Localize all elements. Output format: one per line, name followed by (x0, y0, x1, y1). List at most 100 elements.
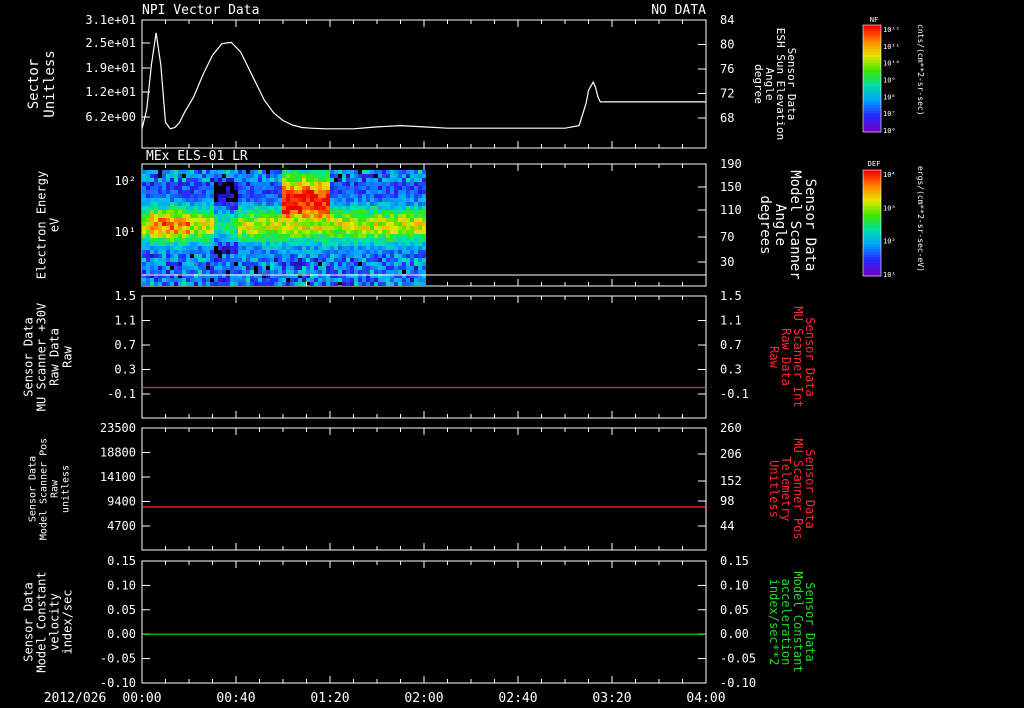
spectrogram-cell (378, 230, 382, 234)
spectrogram-cell (166, 278, 170, 282)
spectrogram-cell (342, 170, 346, 174)
spectrogram-cell (354, 202, 358, 206)
y-tick-label-left: 0.15 (107, 554, 136, 568)
nf-colorbar: NF cnts/(cm**2-sr-sec) 10¹²10¹¹10¹⁰10⁹10… (862, 16, 925, 135)
spectrogram-cell (226, 246, 230, 250)
spectrogram-cell (206, 186, 210, 190)
spectrogram-cell (422, 186, 426, 190)
spectrogram-cell (218, 210, 222, 214)
spectrogram-cell (286, 258, 290, 262)
spectrogram-cell (322, 258, 326, 262)
spectrogram-cell (410, 222, 414, 226)
spectrogram-cell (306, 254, 310, 258)
spectrogram-cell (246, 190, 250, 194)
spectrogram-cell (394, 182, 398, 186)
spectrogram-cell (402, 218, 406, 222)
spectrogram-cell (306, 194, 310, 198)
spectrogram-cell (334, 246, 338, 250)
spectrogram-cell (382, 270, 386, 274)
spectrogram-cell (402, 258, 406, 262)
spectrogram-cell (270, 210, 274, 214)
spectrogram-cell (246, 254, 250, 258)
spectrogram-cell (406, 210, 410, 214)
spectrogram-cell (218, 198, 222, 202)
y-tick-label-left: 3.1e+01 (85, 13, 136, 27)
spectrogram-cell (258, 170, 262, 174)
spectrogram-cell (406, 170, 410, 174)
spectrogram-cell (190, 170, 194, 174)
spectrogram-cell (374, 178, 378, 182)
spectrogram-cell (326, 194, 330, 198)
spectrogram-cell (374, 254, 378, 258)
spectrogram-cell (242, 198, 246, 202)
spectrogram-cell (162, 174, 166, 178)
spectrogram-cell (278, 278, 282, 282)
spectrogram-cell (158, 226, 162, 230)
spectrogram-cell (262, 214, 266, 218)
spectrogram-cell (290, 202, 294, 206)
spectrogram-cell (298, 282, 302, 286)
spectrogram-cell (322, 262, 326, 266)
spectrogram-cell (242, 210, 246, 214)
spectrogram-cell (274, 198, 278, 202)
spectrogram-cell (158, 234, 162, 238)
spectrogram-cell (322, 238, 326, 242)
spectrogram-cell (374, 190, 378, 194)
spectrogram-cell (378, 194, 382, 198)
spectrogram-cell (350, 254, 354, 258)
spectrogram-cell (310, 270, 314, 274)
spectrogram-cell (234, 282, 238, 286)
spectrogram-cell (270, 178, 274, 182)
spectrogram-cell (174, 234, 178, 238)
spectrogram-cell (258, 226, 262, 230)
spectrogram-cell (314, 254, 318, 258)
spectrogram-cell (214, 266, 218, 270)
spectrogram-cell (250, 242, 254, 246)
spectrogram-cell (326, 214, 330, 218)
spectrogram-cell (186, 182, 190, 186)
spectrogram-cell (318, 226, 322, 230)
spectrogram-cell (290, 242, 294, 246)
spectrogram-cell (330, 198, 334, 202)
spectrogram-cell (282, 278, 286, 282)
spectrogram-cell (338, 170, 342, 174)
spectrogram-cell (342, 190, 346, 194)
spectrogram-cell (198, 254, 202, 258)
spectrogram-cell (270, 218, 274, 222)
spectrogram-cell (150, 242, 154, 246)
panel-frame (141, 295, 707, 419)
spectrogram-cell (366, 258, 370, 262)
spectrogram-cell (410, 178, 414, 182)
spectrogram-cell (330, 226, 334, 230)
spectrogram-cell (274, 242, 278, 246)
spectrogram-cell (154, 270, 158, 274)
spectrogram-cell (386, 170, 390, 174)
spectrogram-cell (362, 278, 366, 282)
spectrogram-cell (354, 270, 358, 274)
spectrogram-cell (310, 178, 314, 182)
spectrogram-cell (338, 178, 342, 182)
spectrogram-cell (314, 178, 318, 182)
spectrogram-cell (370, 258, 374, 262)
spectrogram-cell (238, 258, 242, 262)
spectrogram-cell (398, 198, 402, 202)
spectrogram-cell (314, 194, 318, 198)
spectrogram-cell (262, 242, 266, 246)
spectrogram-cell (186, 238, 190, 242)
spectrogram-cell (266, 250, 270, 254)
spectrogram-cell (322, 266, 326, 270)
spectrogram-cell (174, 178, 178, 182)
spectrogram-cell (330, 190, 334, 194)
spectrogram-cell (282, 238, 286, 242)
spectrogram-cell (162, 278, 166, 282)
spectrogram-cell (262, 222, 266, 226)
spectrogram-cell (314, 210, 318, 214)
spectrogram-cell (290, 262, 294, 266)
spectrogram-cell (374, 210, 378, 214)
y-tick-label-right: 84 (720, 13, 734, 27)
spectrogram-cell (150, 270, 154, 274)
spectrogram-cell (250, 206, 254, 210)
spectrogram-cell (162, 282, 166, 286)
spectrogram-cell (174, 222, 178, 226)
spectrogram-cell (374, 266, 378, 270)
